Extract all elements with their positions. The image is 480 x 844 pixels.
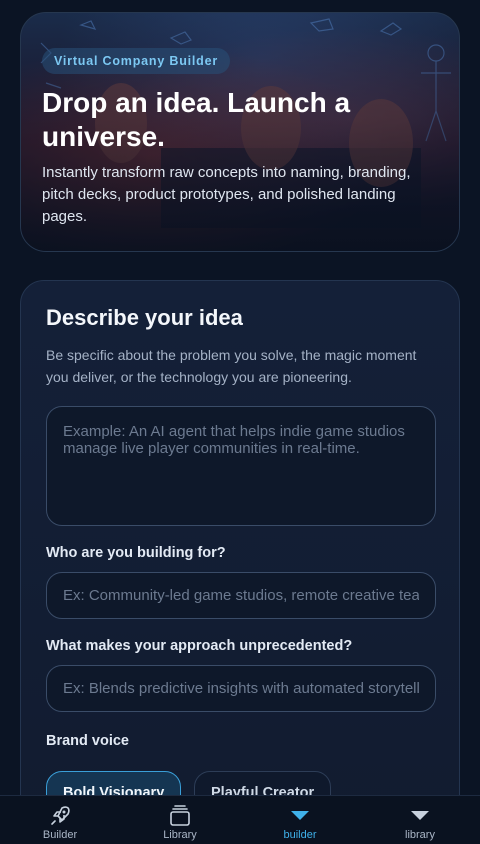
- approach-label: What makes your approach unprecedented?: [46, 638, 353, 654]
- nav-item-builder-active[interactable]: builder: [240, 796, 360, 844]
- idea-form-card: Describe your idea Be specific about the…: [20, 280, 460, 844]
- form-subtitle: Be specific about the problem you solve,…: [46, 347, 417, 385]
- audience-input[interactable]: [46, 572, 436, 619]
- hero-description: Instantly transform raw concepts into na…: [42, 164, 411, 225]
- brand-voice-label: Brand voice: [46, 733, 129, 749]
- nav-label: Builder: [42, 829, 78, 841]
- idea-textarea[interactable]: [46, 406, 436, 526]
- nav-label: Library: [163, 829, 197, 841]
- hero-title: Drop an idea. Launch a universe.: [42, 87, 351, 152]
- nav-item-library-alt[interactable]: library: [360, 796, 480, 844]
- rocket-icon: [51, 806, 70, 825]
- nav-label: builder: [283, 829, 317, 841]
- hero-badge: Virtual Company Builder: [42, 48, 231, 74]
- stack-icon: [170, 805, 190, 826]
- approach-input[interactable]: [46, 665, 436, 712]
- bottom-navigation: Builder Library builder library: [0, 795, 480, 844]
- nav-item-library[interactable]: Library: [120, 796, 240, 844]
- nav-item-builder[interactable]: Builder: [0, 796, 120, 844]
- nav-label: library: [405, 829, 435, 841]
- audience-label: Who are you building for?: [46, 545, 226, 561]
- triangle-down-icon: [411, 811, 429, 820]
- form-title: Describe your idea: [46, 305, 243, 330]
- hero-banner: Virtual Company Builder Drop an idea. La…: [20, 12, 460, 252]
- triangle-down-icon: [291, 811, 309, 820]
